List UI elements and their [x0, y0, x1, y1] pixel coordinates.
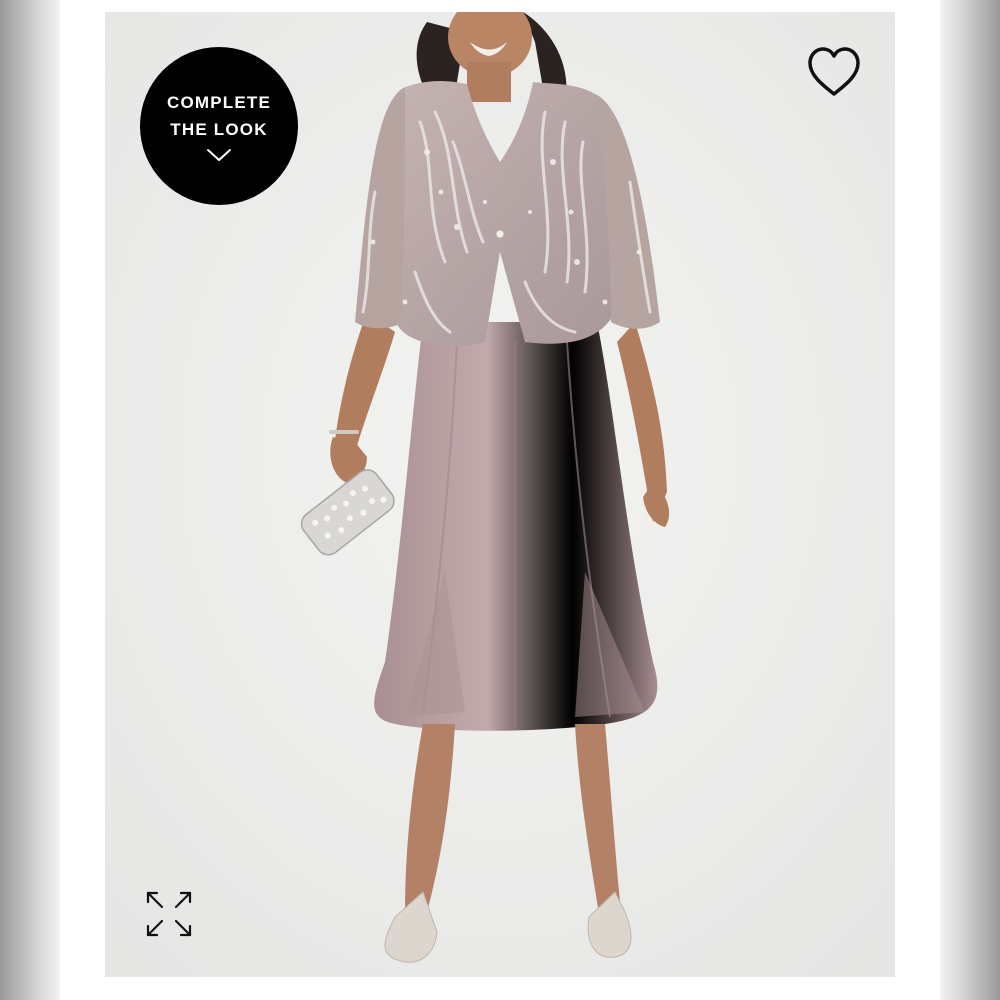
complete-the-look-line2: THE LOOK — [170, 120, 268, 139]
chevron-down-icon — [207, 149, 231, 161]
heart-icon[interactable] — [806, 46, 862, 98]
complete-the-look-button[interactable]: COMPLETE THE LOOK — [140, 47, 298, 205]
expand-icon[interactable] — [144, 889, 194, 939]
complete-the-look-line1: COMPLETE — [166, 93, 272, 112]
